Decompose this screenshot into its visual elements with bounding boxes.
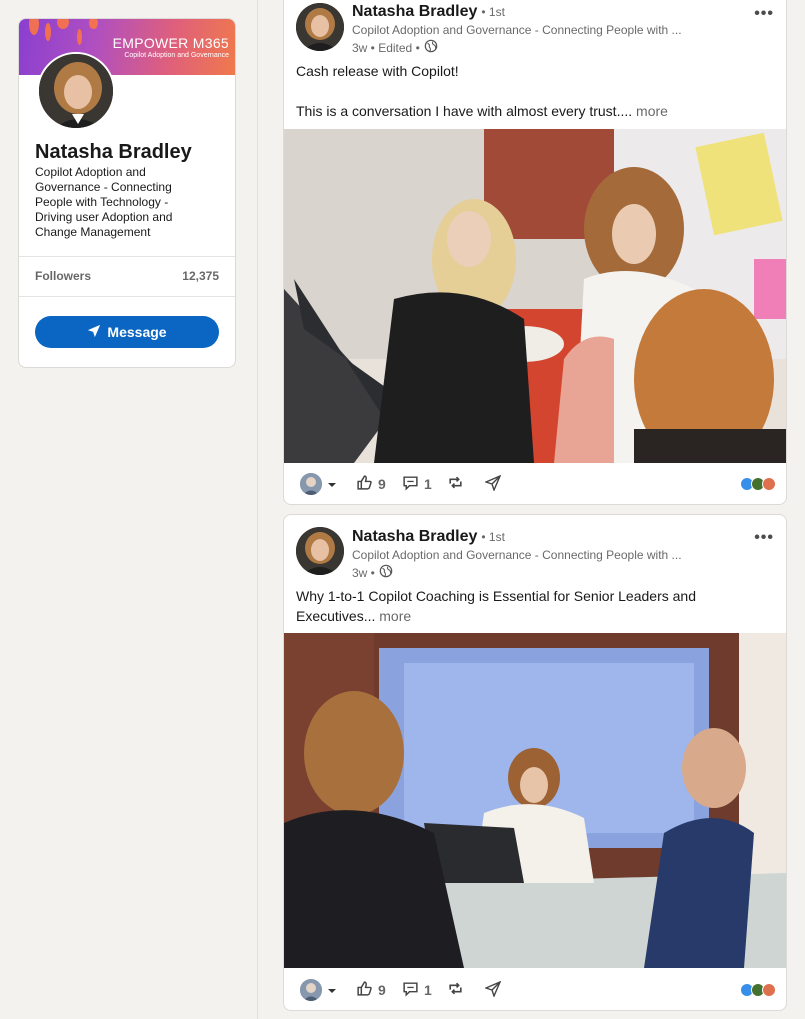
thumbs-up-icon [356,980,373,1000]
love-reaction-icon [762,983,776,997]
post-time-text: 3w • Edited • [352,40,420,55]
banner-subtitle: Copilot Adoption and Governance [124,52,229,59]
send-icon [484,474,502,494]
comment-icon [402,980,419,1000]
post-author-avatar[interactable] [296,527,344,575]
post-action-bar: 9 1 [284,972,786,1008]
connection-degree: • 1st [481,530,505,544]
post-author-headline: Copilot Adoption and Governance - Connec… [352,548,682,562]
post-timestamp: 3w • Edited • [352,39,438,56]
author-name-text: Natasha Bradley [352,528,478,545]
post-text-snippet: Executives... [296,608,376,624]
post-image[interactable] [284,633,786,968]
comment-button[interactable]: 1 [402,474,432,494]
left-sidebar: EMPOWER M365 Copilot Adoption and Govern… [0,0,258,1019]
author-name-text: Natasha Bradley [352,3,478,20]
followers-label: Followers [35,269,92,283]
send-icon [87,324,101,341]
chevron-down-icon [327,982,337,998]
reaction-summary[interactable] [740,983,776,997]
post-author-headline: Copilot Adoption and Governance - Connec… [352,23,682,37]
send-button[interactable] [484,980,502,1000]
comment-button[interactable]: 1 [402,980,432,1000]
divider [19,256,235,257]
reaction-summary[interactable] [740,477,776,491]
message-button[interactable]: Message [35,316,219,348]
repost-button[interactable] [447,474,464,494]
banner-title: EMPOWER M365 [112,35,229,51]
post-action-bar: 9 1 [284,466,786,502]
post-text-line: Why 1-to-1 Copilot Coaching is Essential… [296,588,696,604]
followers-count: 12,375 [182,269,219,283]
avatar [300,979,322,1001]
send-button[interactable] [484,474,502,494]
profile-headline: Copilot Adoption and Governance - Connec… [35,165,173,239]
post-menu-ellipsis-icon[interactable]: ••• [754,529,774,547]
reaction-actor-selector[interactable] [300,473,337,495]
feed-post: Natasha Bradley • 1st Copilot Adoption an… [283,0,787,505]
connection-degree: • 1st [481,5,505,19]
post-timestamp: 3w • [352,564,393,581]
like-button[interactable]: 9 [356,980,386,1000]
like-count: 9 [378,476,386,492]
repost-icon [447,474,464,494]
thumbs-up-icon [356,474,373,494]
post-author-name[interactable]: Natasha Bradley • 1st [352,528,505,546]
post-text-line: Cash release with Copilot! [296,63,459,79]
message-button-label: Message [107,324,167,340]
post-image[interactable] [284,129,786,463]
post-text: Cash release with Copilot! This is a con… [296,61,766,121]
post-menu-ellipsis-icon[interactable]: ••• [754,5,774,23]
post-text: Why 1-to-1 Copilot Coaching is Essential… [296,586,766,626]
globe-icon [424,39,438,56]
post-text-line: This is a conversation I have with almos… [296,101,766,121]
send-icon [484,980,502,1000]
love-reaction-icon [762,477,776,491]
post-text-snippet: This is a conversation I have with almos… [296,103,633,119]
feed-post: Natasha Bradley • 1st Copilot Adoption an… [283,514,787,1011]
post-text-line: Executives... more [296,606,766,626]
like-count: 9 [378,982,386,998]
repost-icon [447,980,464,1000]
post-time-text: 3w • [352,565,375,580]
see-more-link[interactable]: more [636,103,668,119]
profile-name[interactable]: Natasha Bradley [35,141,192,164]
comment-icon [402,474,419,494]
like-button[interactable]: 9 [356,474,386,494]
reaction-actor-selector[interactable] [300,979,337,1001]
profile-card: EMPOWER M365 Copilot Adoption and Govern… [18,18,236,368]
post-author-avatar[interactable] [296,3,344,51]
repost-button[interactable] [447,980,464,1000]
see-more-link[interactable]: more [379,608,411,624]
avatar [300,473,322,495]
comment-count: 1 [424,476,432,492]
globe-icon [379,564,393,581]
chevron-down-icon [327,476,337,492]
divider [19,296,235,297]
post-author-name[interactable]: Natasha Bradley • 1st [352,3,505,21]
comment-count: 1 [424,982,432,998]
avatar[interactable] [37,52,115,130]
